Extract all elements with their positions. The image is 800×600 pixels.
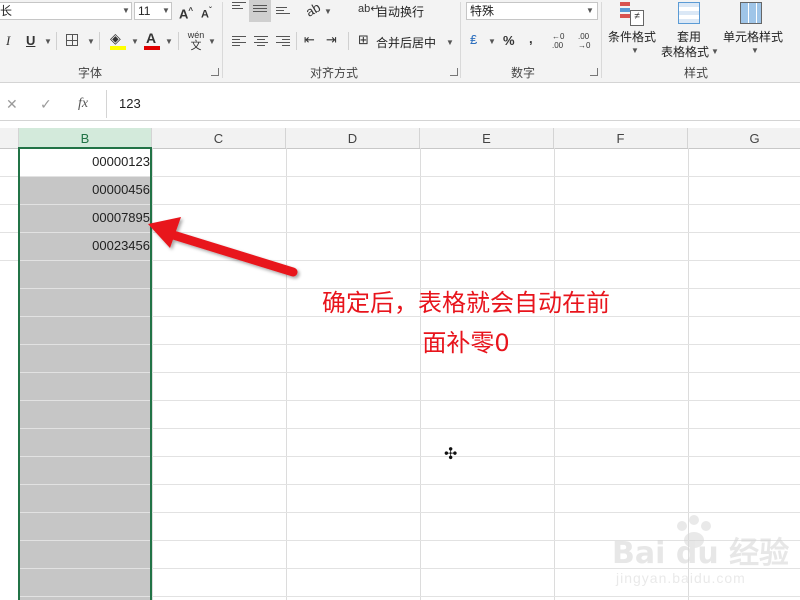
column-gridline xyxy=(420,148,421,600)
borders-icon[interactable] xyxy=(66,34,78,46)
cell-styles-icon xyxy=(740,2,762,24)
font-group-label: 字体 xyxy=(78,66,103,80)
selection-border xyxy=(18,147,152,600)
styles-group-label: 样式 xyxy=(684,66,709,80)
column-header-b[interactable]: B xyxy=(19,128,152,149)
column-header-e[interactable]: E xyxy=(420,128,554,148)
percent-style-button[interactable]: % xyxy=(503,33,515,49)
column-gridline xyxy=(286,148,287,600)
decrease-decimal-button[interactable]: .00 →0 xyxy=(578,32,598,50)
number-format-value: 特殊 xyxy=(470,4,495,18)
number-group-label: 数字 xyxy=(511,66,536,80)
number-format-caret-icon[interactable]: ▼ xyxy=(586,6,594,15)
conditional-format-icon: ≠ xyxy=(620,2,644,26)
formula-bar: ✕ ✓ fx 123 xyxy=(0,88,800,121)
merge-center-caret-icon[interactable]: ▼ xyxy=(446,38,454,47)
annotation-text: 确定后，表格就会自动在前 面补零0 xyxy=(296,283,636,363)
cell-styles-button[interactable]: 单元格样式 xyxy=(723,28,783,45)
font-size-value: 11 xyxy=(138,4,151,18)
merge-center-button[interactable]: 合并后居中 xyxy=(376,34,436,51)
annotation-line2: 面补零0 xyxy=(422,329,510,357)
alignment-group-label: 对齐方式 xyxy=(310,66,359,80)
column-header-f[interactable]: F xyxy=(554,128,688,148)
accounting-caret-icon[interactable]: ▼ xyxy=(488,37,496,46)
align-left-icon[interactable] xyxy=(232,36,246,47)
alignment-dialog-launcher-icon[interactable] xyxy=(450,68,458,76)
separator xyxy=(296,32,297,50)
align-bottom-icon[interactable] xyxy=(276,7,290,18)
number-format-dropdown[interactable]: 特殊 xyxy=(466,2,598,20)
font-name-dropdown[interactable]: 长 xyxy=(0,2,132,20)
separator xyxy=(99,32,100,50)
phonetic-guide-button[interactable]: wén 文 xyxy=(186,30,206,53)
fill-color-caret-icon[interactable]: ▼ xyxy=(131,37,139,46)
watermark-logo: Bai du 经验 xyxy=(612,536,790,571)
comma-style-button[interactable]: , xyxy=(529,31,533,47)
separator xyxy=(348,32,349,50)
group-separator xyxy=(460,2,461,78)
align-middle-icon xyxy=(253,5,267,16)
font-color-swatch xyxy=(144,46,160,50)
cancel-icon[interactable]: ✕ xyxy=(6,96,18,113)
increase-decimal-button[interactable]: ←0 .00 xyxy=(552,32,572,50)
column-header-row: B C D E F G xyxy=(0,128,800,149)
fill-color-swatch xyxy=(110,46,126,50)
font-name-caret-icon[interactable]: ▼ xyxy=(122,6,130,15)
wrap-text-button[interactable]: 自动换行 xyxy=(376,3,424,20)
formula-controls: ✕ ✓ fx xyxy=(0,88,104,120)
table-format-caret-icon[interactable]: ▼ xyxy=(711,47,719,56)
column-header-d[interactable]: D xyxy=(286,128,420,148)
annotation-line1: 确定后，表格就会自动在前 xyxy=(322,289,610,317)
merge-center-icon[interactable]: ⊞ xyxy=(358,32,369,48)
group-separator xyxy=(222,2,223,78)
font-dialog-launcher-icon[interactable] xyxy=(211,68,219,76)
decrease-indent-icon[interactable]: ⇤ xyxy=(304,32,315,48)
phonetic-top-text: wén xyxy=(187,30,205,40)
column-gridline xyxy=(152,148,153,600)
underline-button[interactable]: U xyxy=(26,33,35,49)
orientation-icon[interactable]: ab xyxy=(303,0,324,21)
align-top-icon[interactable] xyxy=(232,2,246,13)
fill-color-icon[interactable]: ◈ xyxy=(110,30,121,46)
align-center-icon[interactable] xyxy=(254,36,268,47)
crosshair-cursor-icon: ✣ xyxy=(444,446,458,463)
row-header-corner[interactable] xyxy=(0,128,19,148)
separator xyxy=(178,32,179,50)
orientation-caret-icon[interactable]: ▼ xyxy=(324,7,332,16)
phonetic-caret-icon[interactable]: ▼ xyxy=(208,37,216,46)
phonetic-bottom-text: 文 xyxy=(190,40,202,52)
watermark-url: jingyan.baidu.com xyxy=(616,570,746,586)
conditional-format-caret-icon[interactable]: ▼ xyxy=(631,46,639,55)
formula-input[interactable]: 123 xyxy=(106,90,800,118)
shrink-font-button[interactable]: Aˇ xyxy=(201,3,212,23)
baidu-watermark: Bai du 经验 jingyan.baidu.com xyxy=(612,514,792,594)
conditional-format-button[interactable]: 条件格式 xyxy=(608,28,656,45)
table-format-icon xyxy=(678,2,700,24)
enter-icon[interactable]: ✓ xyxy=(40,96,52,113)
borders-caret-icon[interactable]: ▼ xyxy=(87,37,95,46)
table-format-button[interactable]: 表格格式 xyxy=(661,43,709,60)
increase-indent-icon[interactable]: ⇥ xyxy=(326,32,337,48)
italic-button[interactable]: I xyxy=(6,33,10,49)
separator xyxy=(56,32,57,50)
ribbon: 长 ▼ 11 ▼ A^ Aˇ I U ▼ ▼ ◈ ▼ A ▼ wén 文 ▼ 字… xyxy=(0,0,800,83)
underline-caret-icon[interactable]: ▼ xyxy=(44,37,52,46)
cell-styles-caret-icon[interactable]: ▼ xyxy=(751,46,759,55)
column-gridline xyxy=(554,148,555,600)
grow-font-button[interactable]: A^ xyxy=(179,3,193,22)
column-header-c[interactable]: C xyxy=(152,128,286,148)
font-color-caret-icon[interactable]: ▼ xyxy=(165,37,173,46)
column-header-g[interactable]: G xyxy=(688,128,800,148)
number-dialog-launcher-icon[interactable] xyxy=(590,68,598,76)
insert-function-icon[interactable]: fx xyxy=(78,96,88,112)
font-color-button[interactable]: A xyxy=(146,30,156,46)
align-right-icon[interactable] xyxy=(276,36,290,47)
font-name-value: 长 xyxy=(0,4,13,18)
accounting-format-icon[interactable]: ₤ xyxy=(470,32,477,48)
group-separator xyxy=(601,2,602,78)
font-size-caret-icon[interactable]: ▼ xyxy=(162,6,170,15)
